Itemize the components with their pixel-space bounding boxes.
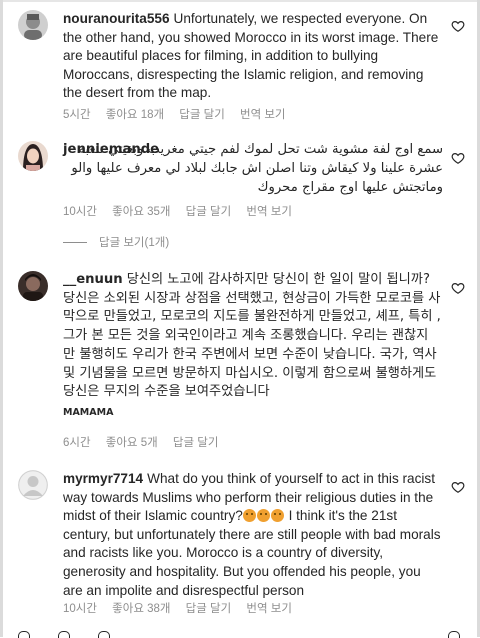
reply-button[interactable]: 답글 달기	[173, 437, 219, 449]
comment-meta: 5시간 좋아요 18개 답글 달기 번역 보기	[63, 106, 298, 122]
top-divider	[0, 0, 480, 2]
heart-icon[interactable]	[451, 281, 465, 295]
heart-icon[interactable]	[451, 151, 465, 165]
comment-subtext: MAMAMA	[63, 406, 114, 418]
comment-username[interactable]: nouranourita556	[63, 11, 170, 26]
left-border	[0, 0, 3, 637]
translate-button[interactable]: 번역 보기	[246, 603, 292, 615]
likes-count[interactable]: 좋아요 5개	[106, 437, 158, 449]
comment-time: 6시간	[63, 437, 91, 449]
translate-button[interactable]: 번역 보기	[246, 206, 292, 218]
heart-icon[interactable]	[451, 480, 465, 494]
replies-divider-line	[63, 241, 87, 243]
crying-face-emoji-icon	[270, 509, 284, 523]
view-replies-label[interactable]: 답글 보기(1개)	[99, 234, 169, 250]
crying-face-emoji-icon	[242, 509, 256, 523]
comment-meta: 10시간 좋아요 35개 답글 달기 번역 보기	[63, 203, 304, 219]
comment-body: myrmyr7714 What do you think of yourself …	[63, 470, 443, 600]
comment-time: 10시간	[63, 206, 97, 218]
avatar[interactable]	[18, 10, 48, 40]
reply-button[interactable]: 답글 달기	[186, 206, 232, 218]
likes-count[interactable]: 좋아요 38개	[112, 603, 170, 615]
view-replies-button[interactable]: 답글 보기(1개)	[63, 234, 169, 250]
comment-username[interactable]: myrmyr7714	[63, 471, 143, 486]
avatar[interactable]	[18, 271, 48, 301]
avatar[interactable]	[18, 141, 48, 171]
comment-time: 10시간	[63, 603, 97, 615]
comment-meta: 10시간 좋아요 38개 답글 달기 번역 보기	[63, 600, 304, 616]
crying-face-emoji-icon	[256, 509, 270, 523]
likes-count[interactable]: 좋아요 18개	[106, 109, 164, 121]
comment-text: 당신의 노고에 감사하지만 당신이 한 일이 말이 됩니까? 당신은 소외된 시…	[63, 272, 441, 400]
comment-meta: 6시간 좋아요 5개 답글 달기	[63, 434, 230, 450]
reply-button[interactable]: 답글 달기	[179, 109, 225, 121]
avatar[interactable]	[18, 470, 48, 500]
comment-body: __enuun 당신의 노고에 감사하지만 당신이 한 일이 말이 됩니까? 당신…	[63, 271, 443, 423]
reply-button[interactable]: 답글 달기	[186, 603, 232, 615]
comment-username[interactable]: jenniemande	[63, 141, 159, 160]
comment-time: 5시간	[63, 109, 91, 121]
comment-username[interactable]: __enuun	[63, 272, 123, 287]
translate-button[interactable]: 번역 보기	[240, 109, 286, 121]
bottom-action-bar	[0, 630, 480, 638]
likes-count[interactable]: 좋아요 35개	[112, 206, 170, 218]
heart-icon[interactable]	[451, 19, 465, 33]
comment-body: nouranourita556 Unfortunately, we respect…	[63, 10, 443, 103]
comment-body: jenniemande سمع اوج لفة مشوية شت تحل لمو…	[63, 141, 443, 197]
